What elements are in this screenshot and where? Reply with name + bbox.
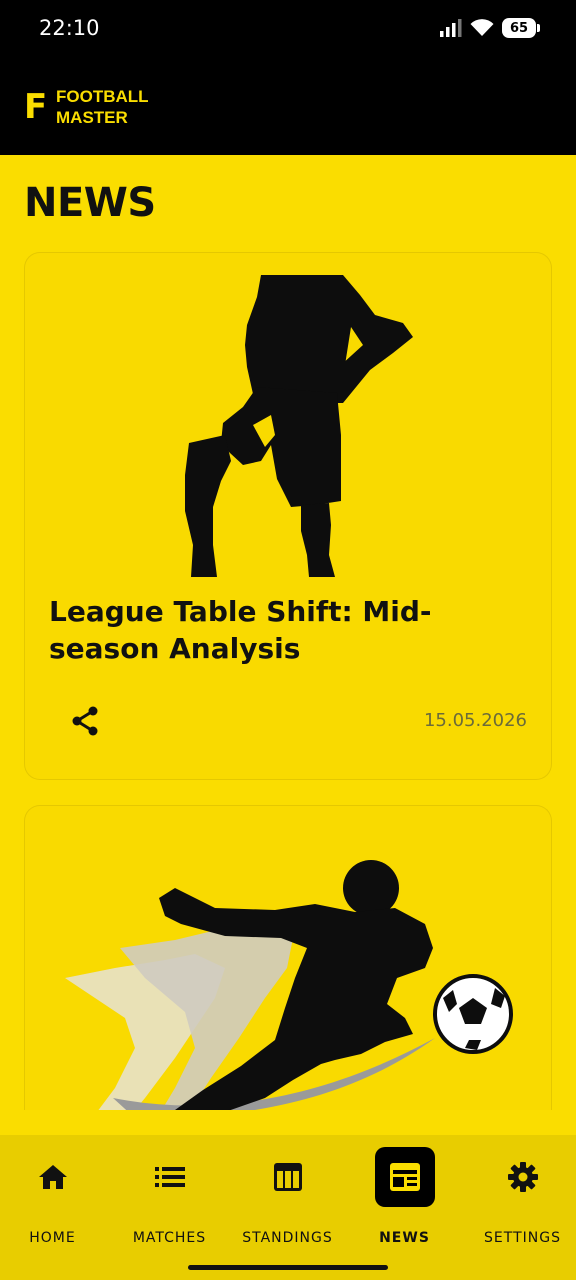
battery-icon: 65 xyxy=(502,18,540,38)
nav-news[interactable]: NEWS xyxy=(347,1135,462,1255)
status-icons: 65 xyxy=(440,15,540,41)
nav-standings-label: STANDINGS xyxy=(242,1230,333,1246)
share-button[interactable] xyxy=(65,701,105,741)
news-card[interactable]: League Table Shift: Mid-season Analysis … xyxy=(24,252,552,780)
news-card[interactable] xyxy=(24,805,552,1110)
news-title[interactable]: League Table Shift: Mid-season Analysis xyxy=(49,593,529,667)
nav-settings[interactable]: SETTINGS xyxy=(465,1135,576,1255)
kicking-player-image xyxy=(65,860,513,1110)
nav-home-label: HOME xyxy=(29,1230,76,1246)
player-silhouette-image xyxy=(185,275,413,577)
gear-icon xyxy=(507,1162,538,1192)
news-scroll-area[interactable]: NEWS League Table Shift: Mid-season Anal… xyxy=(0,155,576,1110)
nav-home-icon-wrap xyxy=(23,1147,83,1207)
news-icon xyxy=(389,1163,420,1191)
page-title: NEWS xyxy=(24,180,156,226)
logo-line-1: FOOTBALL xyxy=(56,87,149,106)
nav-settings-icon-wrap xyxy=(493,1147,553,1207)
nav-matches-label: MATCHES xyxy=(132,1230,207,1246)
nav-news-icon-wrap xyxy=(374,1147,435,1207)
table-icon xyxy=(273,1163,302,1191)
wifi-icon xyxy=(470,19,494,36)
nav-standings[interactable]: STANDINGS xyxy=(230,1135,345,1255)
app-header: F FOOTBALL MASTER xyxy=(0,56,576,155)
home-icon xyxy=(38,1165,67,1189)
logo-text: FOOTBALL MASTER xyxy=(56,86,149,128)
nav-matches-icon-wrap xyxy=(140,1147,200,1207)
list-icon xyxy=(154,1167,185,1187)
logo-line-2: MASTER xyxy=(56,108,128,127)
nav-news-label: NEWS xyxy=(379,1230,430,1246)
share-icon xyxy=(72,706,98,736)
news-date: 15.05.2026 xyxy=(423,710,527,731)
bottom-navigation: HOME MATCHES STANDINGS NEWS SETTINGS xyxy=(0,1135,576,1280)
status-bar: 22:10 65 xyxy=(0,0,576,56)
logo-letter: F xyxy=(24,87,48,127)
gesture-bar[interactable] xyxy=(188,1265,388,1270)
status-time: 22:10 xyxy=(39,16,100,40)
signal-icon xyxy=(440,19,462,37)
nav-standings-icon-wrap xyxy=(258,1147,318,1207)
nav-home[interactable]: HOME xyxy=(0,1135,110,1255)
nav-matches[interactable]: MATCHES xyxy=(112,1135,227,1255)
nav-settings-label: SETTINGS xyxy=(484,1230,561,1246)
